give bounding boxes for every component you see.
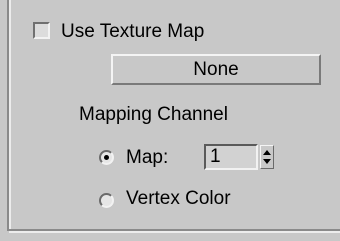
spinner-up-icon[interactable] — [263, 150, 271, 155]
vertex-color-radio-label[interactable]: Vertex Color — [126, 189, 231, 208]
mapping-channel-label: Mapping Channel — [79, 104, 228, 125]
map-channel-radio-label[interactable]: Map: — [126, 148, 168, 167]
map-channel-spinner-input[interactable] — [204, 144, 258, 170]
use-texture-map-checkbox[interactable] — [33, 22, 50, 39]
vertex-color-radio[interactable] — [99, 193, 114, 208]
map-channel-spinner-buttons[interactable] — [260, 145, 274, 169]
texture-map-button[interactable]: None — [111, 54, 321, 85]
use-texture-map-label[interactable]: Use Texture Map — [61, 22, 204, 41]
panel-border-left-highlight — [9, 0, 11, 231]
spinner-down-icon[interactable] — [263, 159, 271, 164]
panel-border-bottom-highlight — [9, 231, 340, 233]
texture-map-rollout: Use Texture Map None Mapping Channel Map… — [0, 0, 340, 241]
radio-selected-dot — [104, 155, 109, 160]
map-channel-radio[interactable] — [99, 150, 114, 165]
